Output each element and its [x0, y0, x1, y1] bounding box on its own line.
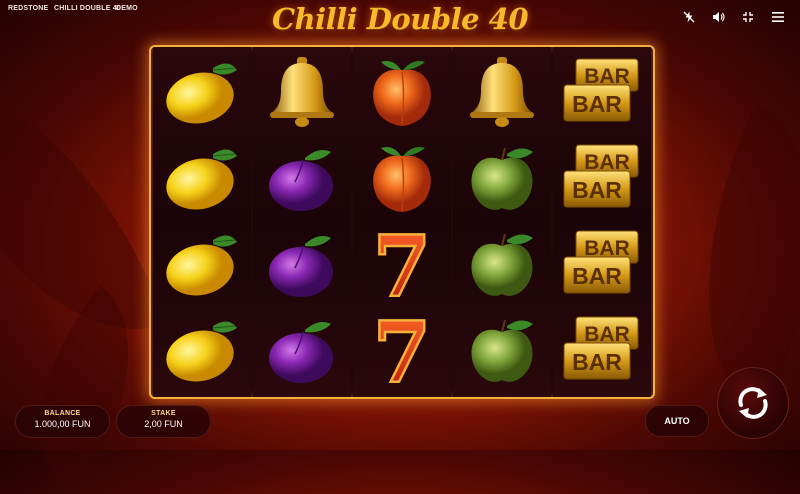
- plum-symbol: [253, 135, 351, 221]
- apple-symbol: [453, 307, 551, 393]
- apple-symbol: [453, 221, 551, 307]
- svg-text:BAR: BAR: [572, 263, 622, 289]
- stake-button[interactable]: STAKE 2,00 FUN: [116, 405, 211, 438]
- reel-3: 7 7: [353, 47, 451, 397]
- plum-symbol: [253, 221, 351, 307]
- seven-symbol: 7: [353, 307, 451, 393]
- balance-value: 1.000,00 FUN: [34, 419, 91, 429]
- bar-symbol: BAR BAR: [553, 307, 651, 393]
- apple-symbol: [453, 135, 551, 221]
- fullscreen-icon[interactable]: [740, 9, 756, 25]
- reel-2: [253, 47, 351, 397]
- bar-symbol: BAR BAR: [553, 221, 651, 307]
- lemon-symbol: [153, 135, 251, 221]
- bar-symbol: BAR BAR: [553, 135, 651, 221]
- reel-1: [153, 47, 251, 397]
- bell-symbol: [453, 49, 551, 135]
- balance-display: BALANCE 1.000,00 FUN: [15, 405, 110, 438]
- stake-value: 2,00 FUN: [144, 419, 183, 429]
- turbo-off-icon[interactable]: [681, 9, 697, 25]
- balance-label: BALANCE: [44, 410, 81, 417]
- reel-5: BAR BAR BAR BAR BAR BAR BAR BAR: [553, 47, 651, 397]
- menu-icon[interactable]: [770, 9, 786, 25]
- background-leaf: [637, 103, 800, 417]
- peach-symbol: [353, 49, 451, 135]
- svg-text:BAR: BAR: [572, 91, 622, 117]
- lemon-symbol: [153, 307, 251, 393]
- svg-text:7: 7: [373, 224, 431, 304]
- auto-button[interactable]: AUTO: [645, 405, 709, 437]
- peach-symbol: [353, 135, 451, 221]
- lemon-symbol: [153, 221, 251, 307]
- plum-symbol: [253, 307, 351, 393]
- svg-text:BAR: BAR: [572, 349, 622, 375]
- spin-icon: [738, 387, 768, 419]
- spin-button[interactable]: [717, 367, 789, 439]
- reel-4: [453, 47, 551, 397]
- lemon-symbol: [153, 49, 251, 135]
- reels-frame: 7 7 BAR BAR BAR BAR BAR BAR BAR BAR: [149, 45, 655, 399]
- svg-text:7: 7: [373, 310, 431, 390]
- volume-icon[interactable]: [710, 9, 726, 25]
- bar-symbol: BAR BAR: [553, 49, 651, 135]
- game-title: Chilli Double 40: [271, 2, 529, 36]
- stake-label: STAKE: [151, 410, 176, 417]
- seven-symbol: 7: [353, 221, 451, 307]
- svg-text:BAR: BAR: [572, 177, 622, 203]
- bell-symbol: [253, 49, 351, 135]
